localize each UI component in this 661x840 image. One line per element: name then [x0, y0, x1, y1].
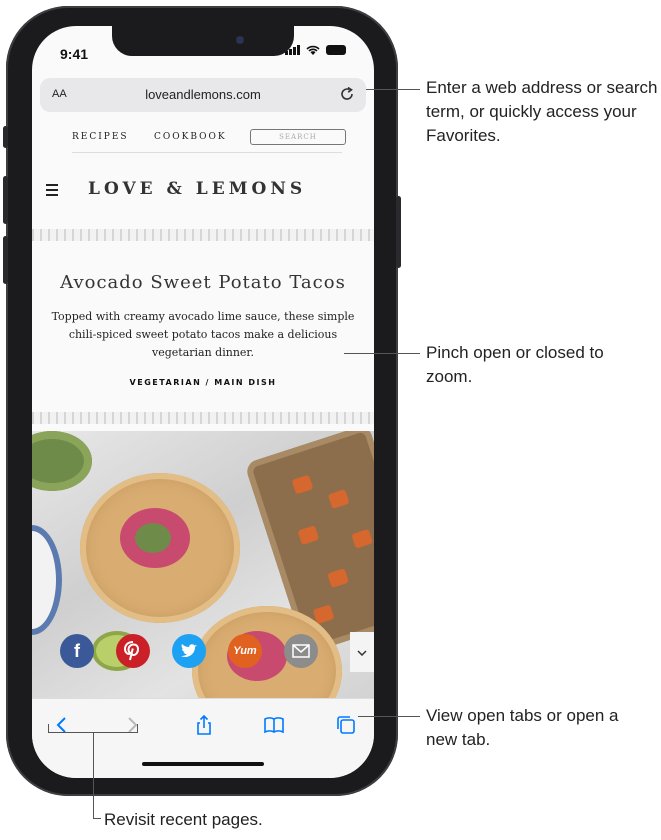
- envelope-icon: [292, 644, 310, 658]
- url-field[interactable]: loveandlemons.com: [40, 87, 366, 102]
- facebook-share-button[interactable]: f: [60, 634, 94, 668]
- site-logo[interactable]: LOVE & LEMONS: [88, 179, 306, 199]
- callout-line-tabs: [358, 716, 420, 717]
- article-description: Topped with creamy avocado lime sauce, t…: [51, 310, 355, 359]
- wifi-icon: [306, 45, 320, 55]
- notch: [112, 26, 294, 56]
- share-bar: f Yum: [32, 634, 374, 674]
- chevron-down-icon: [357, 650, 367, 657]
- forward-icon[interactable]: [120, 713, 144, 737]
- decorative-border-bottom: [32, 412, 374, 424]
- status-icons: [285, 45, 346, 55]
- hamburger-menu-icon[interactable]: [46, 184, 58, 199]
- microgreens-bowl: [32, 431, 92, 491]
- taco-tortilla: [80, 473, 240, 623]
- volume-up-button: [3, 176, 8, 224]
- screen: 9:41 AA loveandlemons.com RECIPES COOKBO…: [32, 26, 374, 778]
- site-nav: RECIPES COOKBOOK SEARCH: [32, 126, 374, 152]
- battery-icon: [326, 45, 346, 55]
- callout-line-zoom: [344, 353, 420, 354]
- callout-zoom: Pinch open or closed to zoom.: [426, 343, 604, 386]
- pinterest-icon: [123, 641, 140, 661]
- article-title: Avocado Sweet Potato Tacos: [60, 272, 346, 293]
- status-time: 9:41: [60, 46, 89, 62]
- nav-link-recipes[interactable]: RECIPES: [72, 132, 129, 142]
- callout-tabs: View open tabs or open a new tab.: [426, 706, 619, 749]
- nav-link-cookbook[interactable]: COOKBOOK: [154, 132, 227, 142]
- camera-icon: [236, 36, 244, 44]
- pinterest-share-button[interactable]: [116, 634, 150, 668]
- signal-icon: [285, 45, 300, 55]
- address-bar[interactable]: AA loveandlemons.com: [40, 78, 366, 112]
- callout-line-back-forward: [93, 732, 94, 818]
- decorative-border-top: [32, 229, 374, 241]
- volume-down-button: [3, 236, 8, 284]
- tabs-icon[interactable]: [334, 713, 358, 737]
- bookmarks-icon[interactable]: [262, 713, 286, 737]
- twitter-share-button[interactable]: [172, 634, 206, 668]
- iphone-frame: 9:41 AA loveandlemons.com RECIPES COOKBO…: [3, 6, 401, 796]
- share-more-button[interactable]: [350, 632, 374, 672]
- article-category[interactable]: VEGETARIAN / MAIN DISH: [32, 378, 374, 387]
- blue-bowl: [32, 525, 62, 635]
- callout-bracket-left: [48, 724, 49, 732]
- callout-address: Enter a web address or search term, or q…: [426, 78, 658, 145]
- share-icon[interactable]: [192, 713, 216, 737]
- twitter-icon: [181, 644, 197, 657]
- site-search-input[interactable]: SEARCH: [250, 129, 346, 145]
- divider: [72, 152, 342, 153]
- side-button: [396, 196, 401, 268]
- mute-switch: [3, 126, 8, 148]
- safari-toolbar: [32, 698, 374, 778]
- article-header: Avocado Sweet Potato Tacos Topped with c…: [32, 250, 374, 416]
- callout-bracket-right: [137, 724, 138, 732]
- back-icon[interactable]: [50, 713, 74, 737]
- yummly-share-button[interactable]: Yum: [228, 634, 262, 668]
- reload-icon[interactable]: [338, 85, 356, 103]
- email-share-button[interactable]: [284, 634, 318, 668]
- callout-back-forward: Revisit recent pages.: [104, 810, 263, 829]
- callout-line-address: [366, 89, 420, 90]
- home-indicator: [142, 762, 264, 766]
- callout-line-back-forward-tick: [93, 818, 101, 819]
